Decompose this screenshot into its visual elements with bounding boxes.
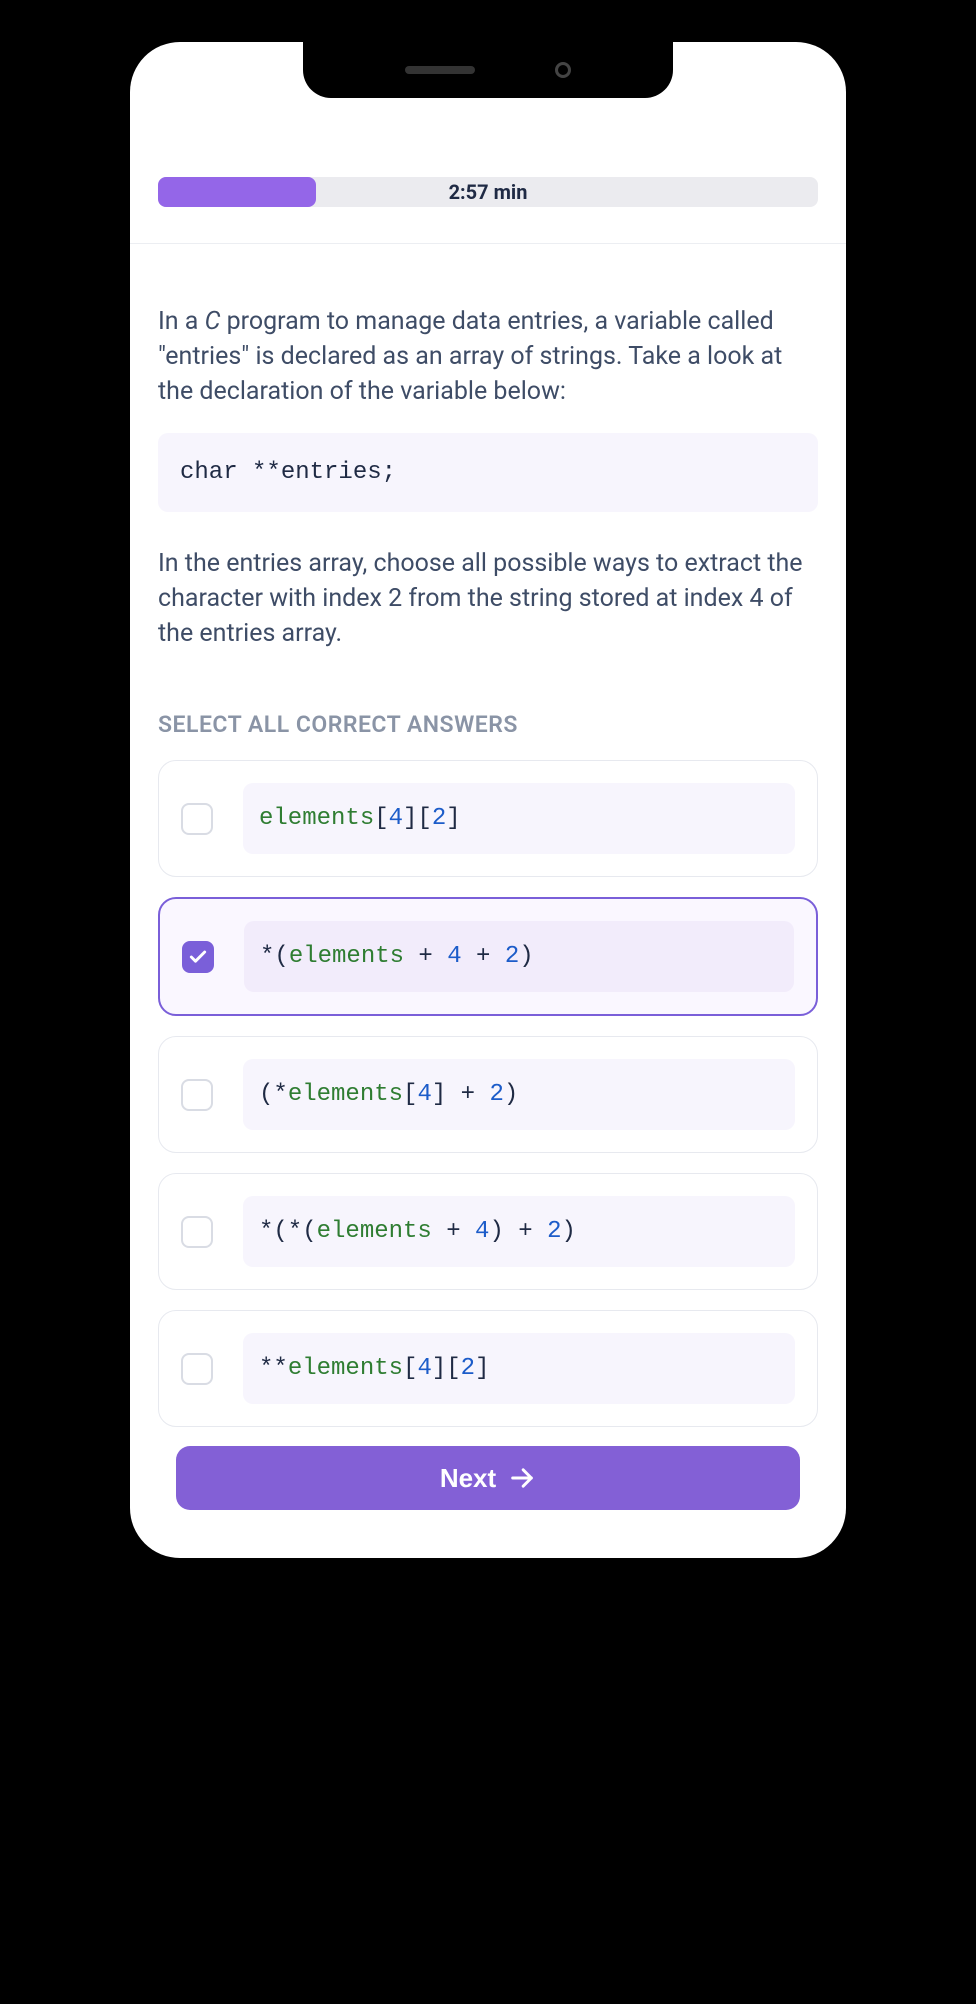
options-list: elements[4][2] *(elements + 4 + 2) (*eleme… [158,760,818,1427]
answer-code-3: *(*(elements + 4) + 2) [243,1196,795,1267]
answer-checkbox-0[interactable] [181,803,213,835]
phone-frame: 2:57 min In a C program to manage data e… [108,20,868,1580]
answer-checkbox-2[interactable] [181,1079,213,1111]
answer-option-1[interactable]: *(elements + 4 + 2) [158,897,818,1016]
answer-checkbox-3[interactable] [181,1216,213,1248]
front-camera [555,62,571,78]
speaker-slot [405,66,475,74]
question-body: In a C program to manage data entries, a… [158,304,818,1427]
progress-time-label: 2:57 min [449,180,528,204]
answer-code-4: **elements[4][2] [243,1333,795,1404]
answer-checkbox-1[interactable] [182,941,214,973]
next-button[interactable]: Next [176,1446,800,1510]
progress-bar: 2:57 min [158,177,818,207]
check-icon [188,947,208,967]
answer-option-0[interactable]: elements[4][2] [158,760,818,877]
answer-checkbox-4[interactable] [181,1353,213,1385]
para1-lang: C [205,307,221,336]
para1-prefix: In a [158,307,205,336]
answer-option-4[interactable]: **elements[4][2] [158,1310,818,1427]
question-paragraph-2: In the entries array, choose all possibl… [158,546,818,651]
code-declaration: char **entries; [158,433,818,512]
answer-option-2[interactable]: (*elements[4] + 2) [158,1036,818,1153]
progress-fill [158,177,316,207]
header-divider [130,243,846,244]
arrow-right-icon [508,1464,536,1492]
answer-code-2: (*elements[4] + 2) [243,1059,795,1130]
answer-code-0: elements[4][2] [243,783,795,854]
question-paragraph-1: In a C program to manage data entries, a… [158,304,818,409]
phone-notch [303,42,673,98]
next-button-label: Next [440,1463,496,1494]
answers-section-label: SELECT ALL CORRECT ANSWERS [158,711,818,738]
screen-content: 2:57 min In a C program to manage data e… [130,42,846,1558]
para1-rest: program to manage data entries, a variab… [158,307,782,406]
phone-screen: 2:57 min In a C program to manage data e… [130,42,846,1558]
answer-option-3[interactable]: *(*(elements + 4) + 2) [158,1173,818,1290]
answer-code-1: *(elements + 4 + 2) [244,921,794,992]
